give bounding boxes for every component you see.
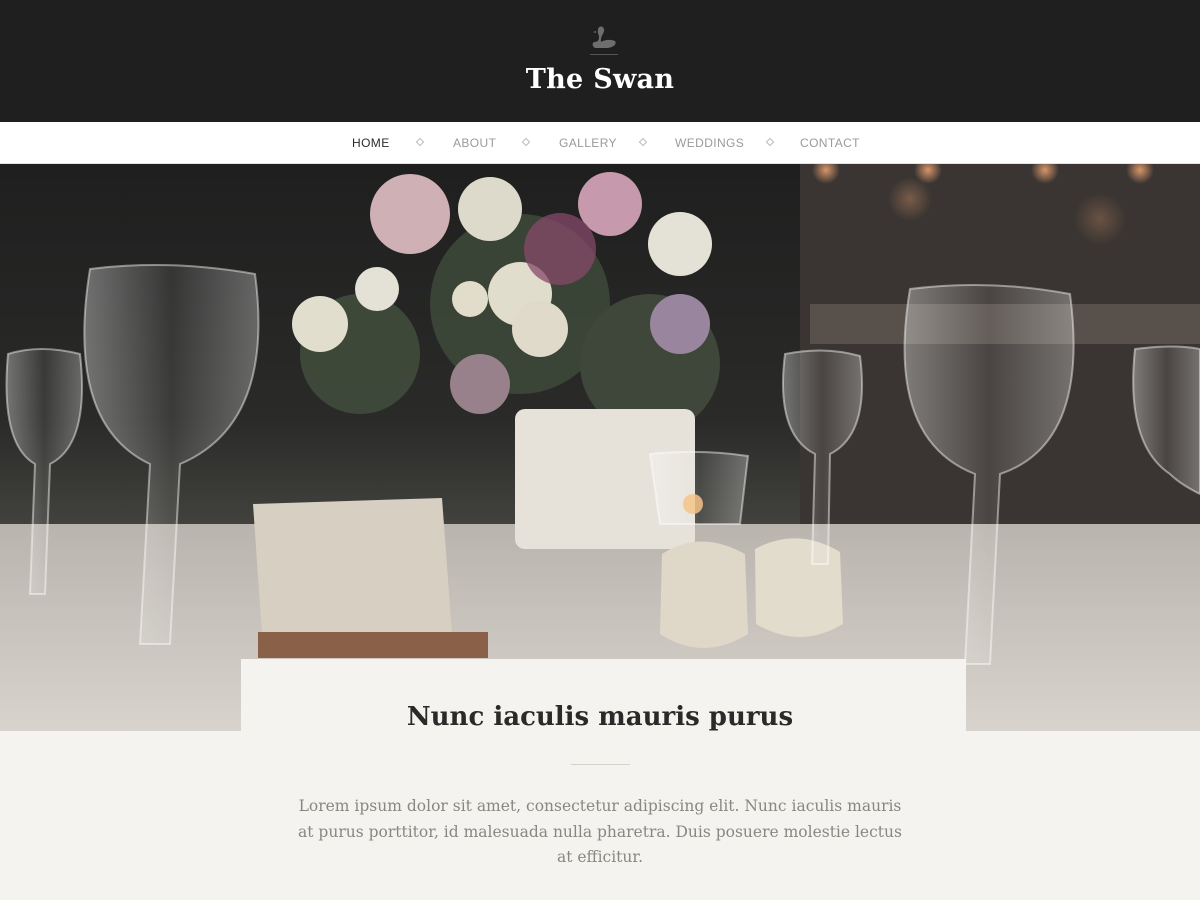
main-nav: HOME ABOUT GALLERY WEDDINGS CONTACT <box>0 122 1200 164</box>
site-title[interactable]: The Swan <box>0 64 1200 95</box>
diamond-icon <box>521 137 531 147</box>
heading-divider <box>571 764 630 765</box>
hero-image <box>0 164 1200 731</box>
nav-item-contact[interactable]: CONTACT <box>800 122 860 164</box>
diamond-icon <box>638 137 648 147</box>
site-header: The Swan <box>0 0 1200 122</box>
diamond-icon <box>765 137 775 147</box>
diamond-icon <box>415 137 425 147</box>
nav-item-about[interactable]: ABOUT <box>453 122 496 164</box>
section-body-text: Lorem ipsum dolor sit amet, consectetur … <box>298 797 902 866</box>
swan-icon[interactable] <box>588 22 620 56</box>
nav-item-home[interactable]: HOME <box>352 122 390 164</box>
nav-item-weddings[interactable]: WEDDINGS <box>675 122 744 164</box>
wedding-table-photo <box>0 164 1200 731</box>
nav-item-gallery[interactable]: GALLERY <box>559 122 617 164</box>
section-heading: Nunc iaculis mauris purus <box>406 702 794 732</box>
